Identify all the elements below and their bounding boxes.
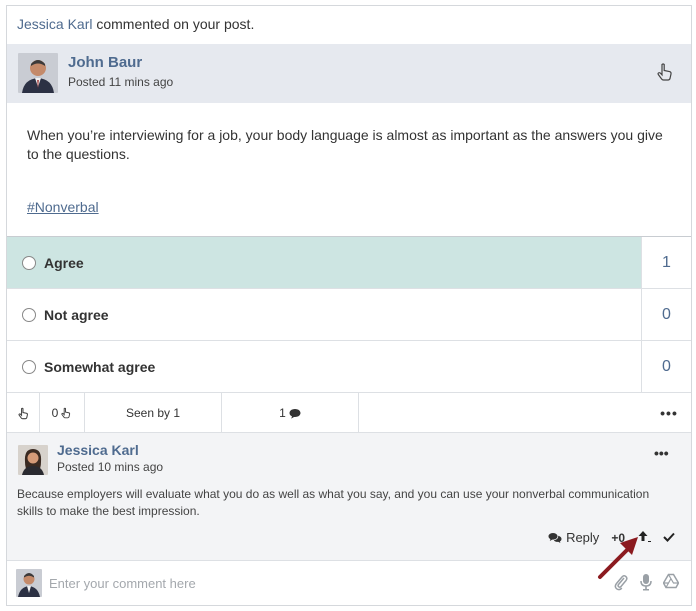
more-dots: ••• — [660, 405, 678, 421]
arrow-up-icon[interactable] — [637, 529, 651, 546]
poll-option-somewhat-agree[interactable]: Somewhat agree 0 — [7, 341, 691, 393]
hand-pointer-icon — [17, 407, 28, 419]
poll-option-count: 0 — [641, 341, 691, 392]
poll-option-count: 1 — [641, 237, 691, 288]
more-dots: ••• — [654, 445, 669, 461]
comment-timestamp: Posted 10 mins ago — [57, 460, 164, 474]
post-stats-bar: 0 Seen by 1 1 ••• — [7, 393, 691, 433]
author-avatar[interactable] — [18, 53, 58, 93]
reply-label: Reply — [566, 530, 600, 545]
speech-bubble-icon — [289, 408, 301, 419]
paperclip-icon[interactable] — [613, 573, 629, 594]
hand-pointer-icon — [61, 407, 71, 419]
current-user-avatar — [16, 569, 42, 597]
hashtag-link[interactable]: #Nonverbal — [27, 199, 99, 215]
like-button[interactable] — [7, 393, 40, 433]
poll-option-count: 0 — [641, 289, 691, 340]
comment-composer — [7, 561, 691, 605]
radio-button[interactable] — [22, 308, 36, 322]
post-card: Jessica Karl commented on your post. Joh… — [6, 5, 692, 606]
like-count-value: 0 — [51, 406, 59, 420]
comment-more-button[interactable]: ••• — [654, 445, 669, 461]
poll-options: Agree 1 Not agree 0 Somewhat agree 0 — [7, 236, 691, 393]
comment-actions: Reply +0 — [548, 529, 675, 546]
comment-author[interactable]: Jessica Karl — [57, 442, 139, 458]
poll-option-label: Not agree — [44, 307, 109, 323]
seen-by-label: Seen by 1 — [125, 406, 181, 420]
check-icon[interactable] — [663, 530, 675, 545]
microphone-icon[interactable] — [639, 573, 653, 594]
comment-count[interactable]: 1 — [222, 393, 359, 433]
drive-icon[interactable] — [662, 573, 680, 594]
post-more-button[interactable]: ••• — [647, 393, 691, 433]
comment-body: Because employers will evaluate what you… — [17, 487, 650, 518]
post-timestamp: Posted 11 mins ago — [68, 75, 174, 89]
comment-input[interactable] — [49, 571, 569, 595]
reply-button[interactable]: Reply — [548, 530, 599, 545]
post-body: When you’re interviewing for a job, your… — [27, 127, 663, 162]
poll-option-label: Agree — [44, 255, 84, 271]
hand-pointer-icon[interactable] — [655, 62, 675, 82]
comment-item: Jessica Karl Posted 10 mins ago ••• Beca… — [7, 433, 691, 561]
seen-by[interactable]: Seen by 1 — [85, 393, 222, 433]
post-header: John Baur Posted 11 mins ago — [7, 44, 691, 103]
post-author[interactable]: John Baur — [68, 54, 142, 71]
radio-button[interactable] — [22, 360, 36, 374]
commenter-avatar[interactable] — [18, 445, 48, 475]
like-count[interactable]: 0 — [40, 393, 85, 433]
notification-actor[interactable]: Jessica Karl — [17, 16, 92, 32]
poll-option-label: Somewhat agree — [44, 359, 156, 375]
poll-option-agree[interactable]: Agree 1 — [7, 237, 691, 289]
poll-option-not-agree[interactable]: Not agree 0 — [7, 289, 691, 341]
notification-bar: Jessica Karl commented on your post. — [7, 6, 691, 44]
comment-count-value: 1 — [279, 406, 286, 420]
comment-score: +0 — [611, 530, 625, 545]
radio-button[interactable] — [22, 256, 36, 270]
speech-bubble-icon — [548, 532, 562, 543]
notification-text: commented on your post. — [92, 16, 255, 32]
composer-tools — [613, 573, 680, 594]
